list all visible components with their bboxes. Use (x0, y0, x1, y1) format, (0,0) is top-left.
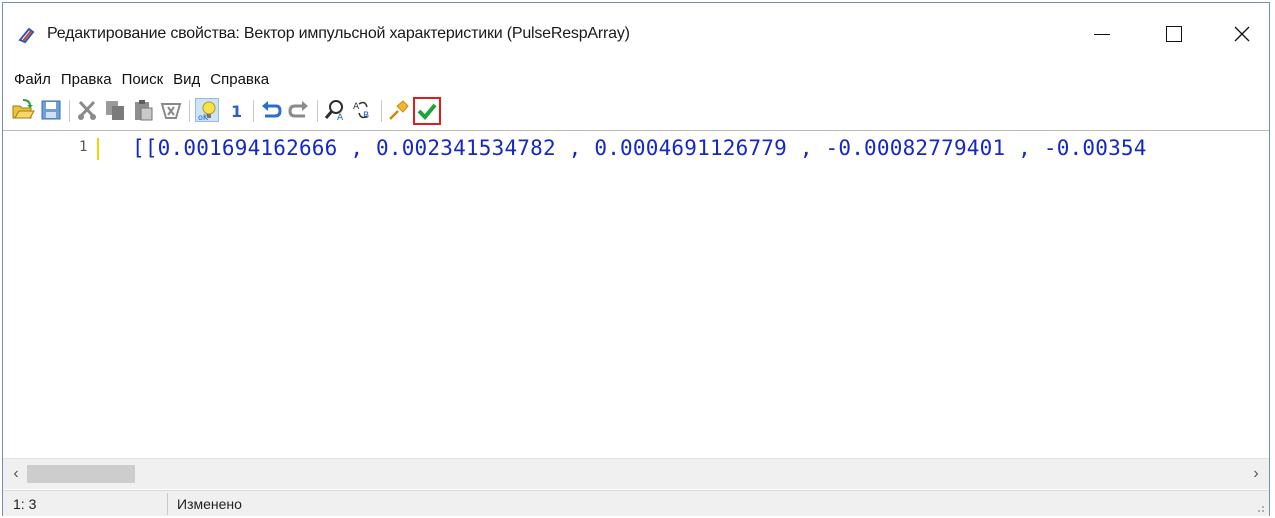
code-editor[interactable]: 1 [[0.001694162666 , 0.002341534782 , 0.… (3, 130, 1269, 459)
toolbar-separator (69, 100, 70, 122)
scroll-left-icon[interactable]: ‹ (7, 465, 25, 483)
cut-icon (78, 100, 96, 120)
resize-grip-icon[interactable] (1255, 503, 1265, 513)
toolbar-separator (381, 100, 382, 122)
scroll-thumb[interactable] (27, 465, 135, 483)
copy-icon (106, 101, 124, 120)
find-icon: A (324, 100, 344, 122)
paste-button[interactable] (131, 98, 155, 122)
window-title: Редактирование свойства: Вектор импульсн… (47, 25, 630, 42)
maximize-button[interactable] (1151, 11, 1197, 57)
modified-status: Изменено (177, 496, 242, 512)
status-bar: 1: 3 Изменено (3, 490, 1269, 516)
svg-text:oK: oK (198, 113, 209, 122)
save-icon (41, 100, 61, 120)
close-button[interactable] (1219, 11, 1265, 57)
redo-button[interactable] (287, 98, 311, 122)
undo-button[interactable] (259, 98, 283, 122)
open-icon (12, 99, 35, 119)
hint-button[interactable]: oK (195, 98, 219, 122)
apply-button[interactable] (413, 97, 441, 125)
title-bar[interactable]: Редактирование свойства: Вектор импульсн… (3, 3, 1269, 65)
pin-icon (389, 100, 409, 120)
code-line[interactable]: [[0.001694162666 , 0.002341534782 , 0.00… (132, 136, 1147, 160)
menu-edit[interactable]: Правка (56, 67, 117, 93)
replace-button[interactable]: A B (351, 98, 375, 122)
menu-file[interactable]: Файл (3, 67, 56, 93)
maximize-icon (1166, 26, 1182, 42)
line-number: 1 (79, 139, 88, 155)
horizontal-scrollbar[interactable]: ‹ › (3, 458, 1269, 489)
menu-view[interactable]: Вид (168, 67, 205, 93)
svg-text:1: 1 (231, 102, 242, 121)
line-number-icon: 1 (231, 102, 242, 121)
status-divider (167, 493, 168, 515)
undo-icon (262, 101, 282, 118)
hint-bulb-icon: oK (198, 101, 216, 122)
menu-help[interactable]: Справка (205, 67, 274, 93)
toolbar-separator (253, 100, 254, 122)
toolbar: oK 1 A A B (7, 94, 607, 128)
menu-search[interactable]: Поиск (117, 67, 169, 93)
delete-button[interactable] (159, 98, 183, 122)
toolbar-separator (189, 100, 190, 122)
line-number-button[interactable]: 1 (223, 98, 247, 122)
save-button[interactable] (39, 98, 63, 122)
svg-text:A: A (337, 113, 344, 122)
editor-window: Редактирование свойства: Вектор импульсн… (2, 2, 1270, 516)
change-marker (97, 138, 99, 160)
find-button[interactable]: A (323, 98, 347, 122)
scroll-right-icon[interactable]: › (1247, 465, 1265, 483)
toolbar-separator (317, 100, 318, 122)
minimize-icon (1094, 33, 1110, 35)
pin-button[interactable] (387, 98, 411, 122)
replace-icon: A B (353, 101, 369, 121)
copy-button[interactable] (103, 98, 127, 122)
cursor-position: 1: 3 (13, 496, 37, 512)
minimize-button[interactable] (1079, 11, 1125, 57)
close-icon (1234, 26, 1250, 42)
delete-icon (160, 103, 182, 119)
open-button[interactable] (11, 98, 35, 122)
redo-icon (288, 101, 308, 118)
cut-button[interactable] (75, 98, 99, 122)
apply-check-icon (417, 103, 437, 120)
paste-icon (135, 100, 153, 121)
app-icon (17, 25, 37, 45)
menu-bar: Файл Правка Поиск Вид Справка (3, 67, 274, 93)
